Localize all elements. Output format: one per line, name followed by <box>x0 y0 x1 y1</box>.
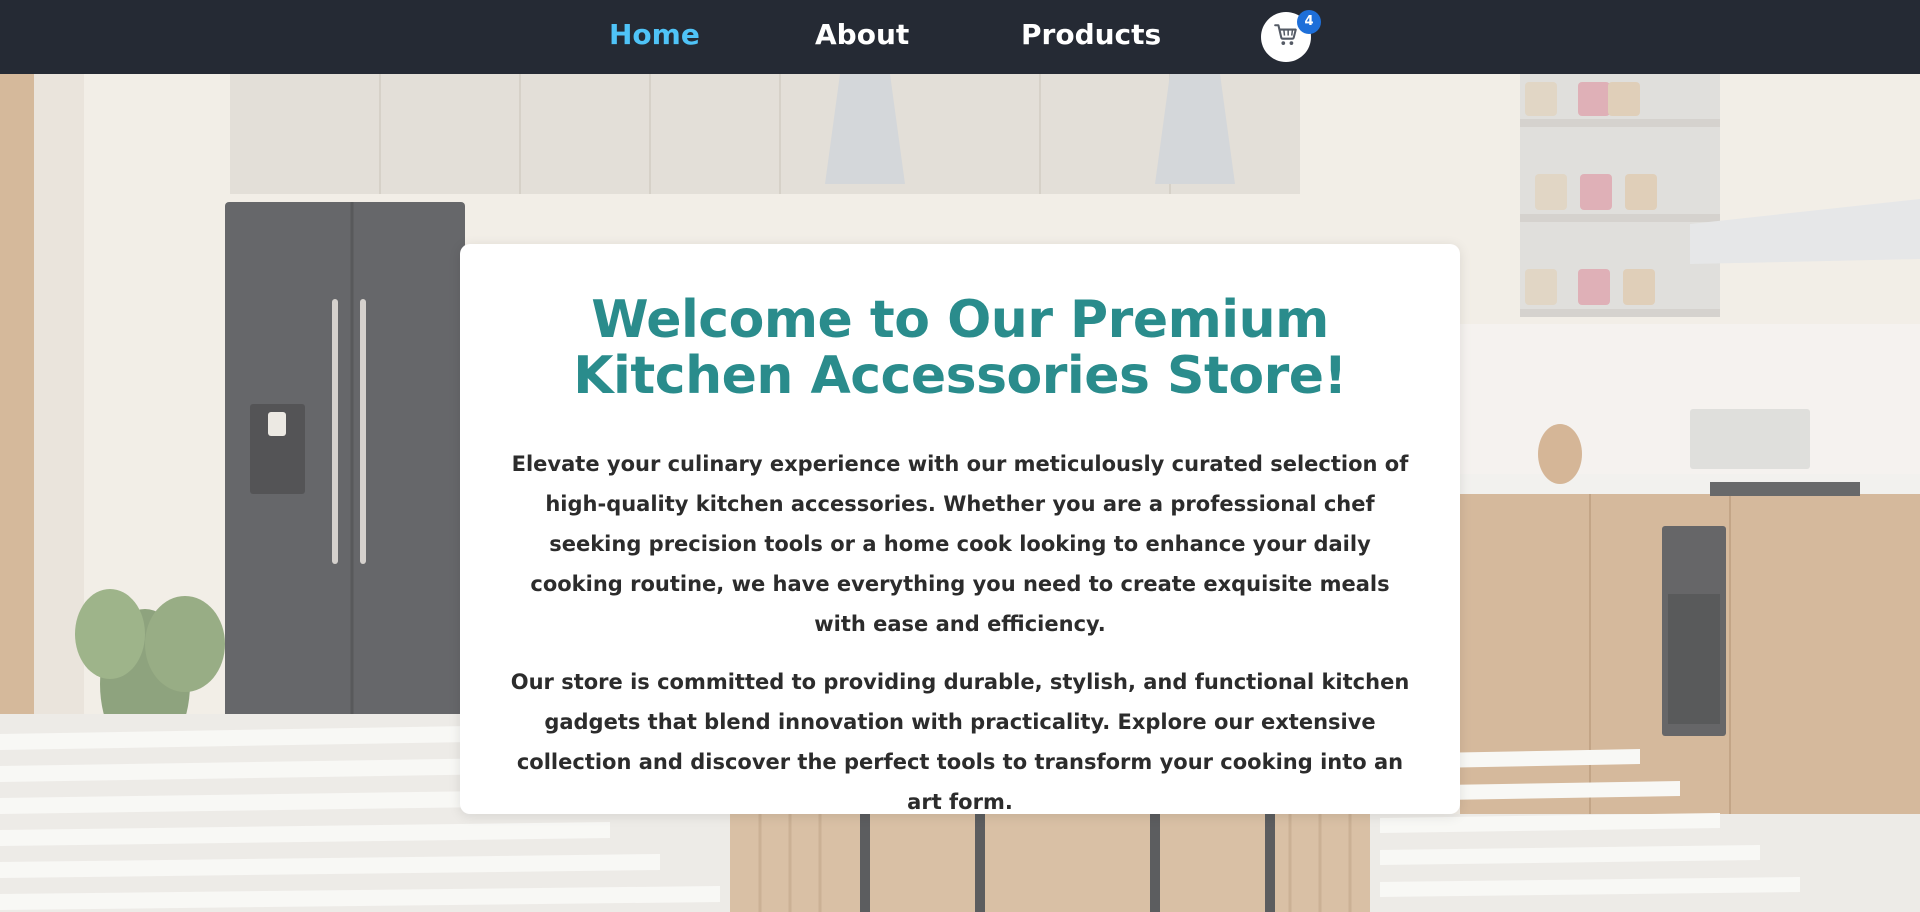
commitment-paragraph: Our store is committed to providing dura… <box>510 670 1410 814</box>
hero-section: Welcome to Our Premium Kitchen Accessori… <box>0 74 1920 912</box>
cart-count-badge: 4 <box>1297 10 1321 34</box>
welcome-card: Welcome to Our Premium Kitchen Accessori… <box>460 244 1460 814</box>
cart-icon <box>1273 22 1299 52</box>
top-navbar: Home About Products 4 <box>0 0 1920 74</box>
page-title: Welcome to Our Premium Kitchen Accessori… <box>573 290 1347 406</box>
intro-paragraph: Elevate your culinary experience with ou… <box>511 452 1409 636</box>
nav-link-home[interactable]: Home <box>609 0 700 70</box>
nav-link-products[interactable]: Products <box>1021 0 1161 70</box>
nav-link-about[interactable]: About <box>815 0 909 70</box>
